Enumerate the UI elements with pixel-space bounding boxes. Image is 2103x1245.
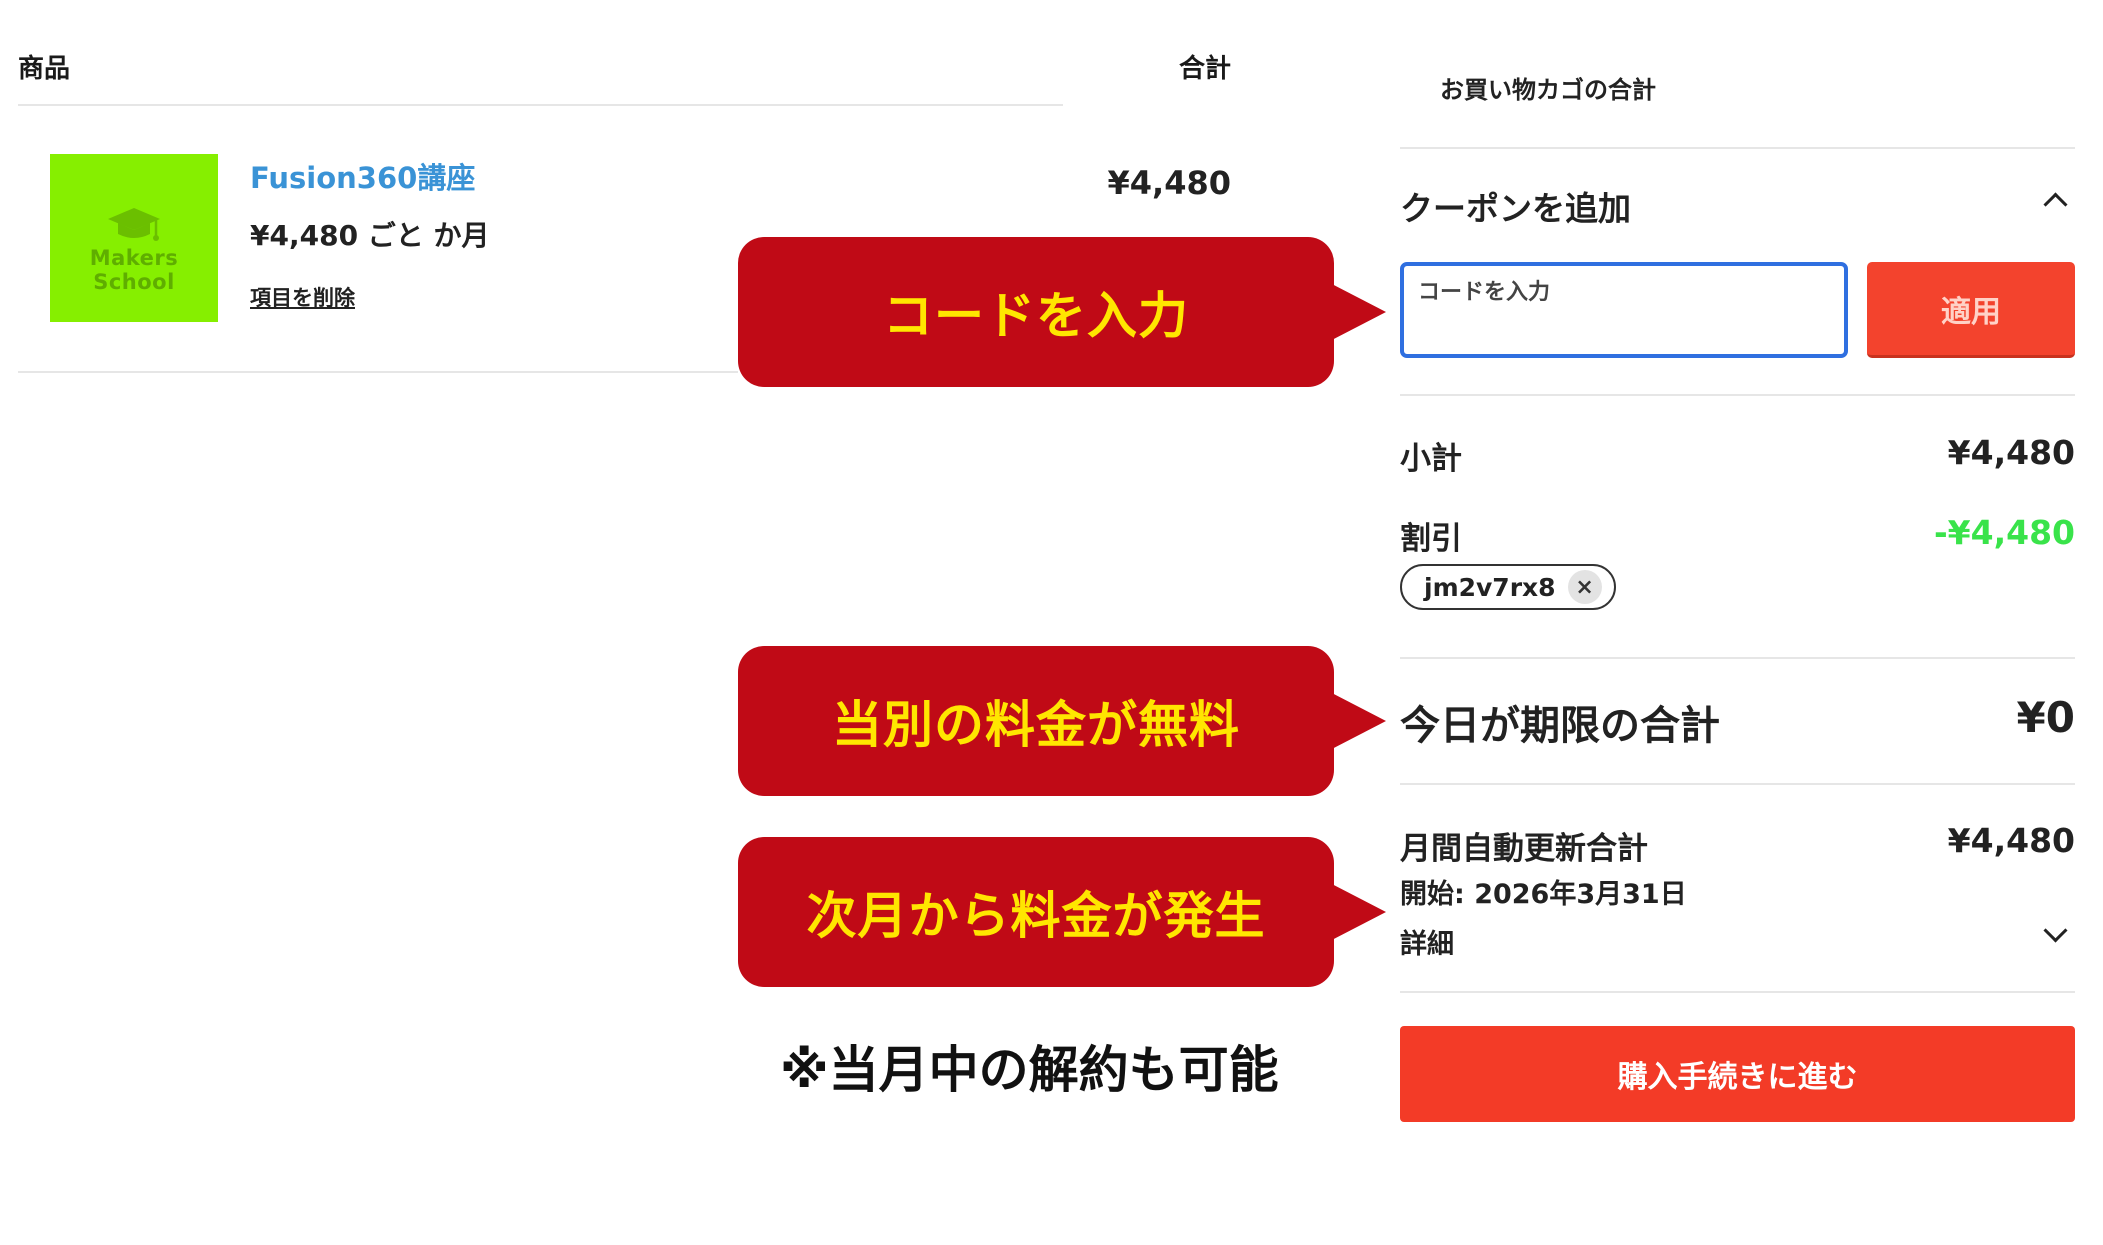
graduation-cap-icon [108,208,160,241]
applied-coupon-chip: jm2v7rx8 × [1400,564,1616,610]
proceed-to-checkout-button[interactable]: 購入手続きに進む [1400,1026,2075,1122]
coupon-code-placeholder: コードを入力 [1418,280,1551,305]
callout-free-this-month: 当別の料金が無料 [738,646,1334,796]
renewal-start-date: 開始: 2026年3月31日 [1400,879,1687,910]
chevron-down-icon[interactable] [2043,918,2068,943]
product-thumbnail: Makers School [50,154,218,322]
remove-item-link[interactable]: 項目を削除 [250,282,355,312]
monthly-renewal-value: ¥4,480 [1947,821,2075,860]
callout-charge-next-month: 次月から料金が発生 [738,837,1334,987]
header-divider [18,104,1063,106]
summary-divider [1400,147,2075,149]
chevron-up-icon[interactable] [2043,192,2068,217]
brand-logo-text: Makers School [89,246,179,294]
coupon-toggle[interactable]: クーポンを追加 [1400,182,1631,230]
applied-coupon-code: jm2v7rx8 [1424,572,1556,602]
discount-label: 割引 [1400,521,1462,557]
product-price: ¥4,480 ごと か月 [250,219,490,252]
coupon-divider [1400,394,2075,396]
due-today-divider [1400,783,2075,785]
discount-divider [1400,657,2075,659]
monthly-divider [1400,991,2075,993]
cancellation-note: ※当月中の解約も可能 [780,1041,1279,1099]
column-header-product: 商品 [18,54,71,84]
apply-coupon-button[interactable]: 適用 [1867,262,2075,358]
row-divider [18,371,738,373]
subtotal-value: ¥4,480 [1947,433,2075,472]
summary-title: お買い物カゴの合計 [1440,76,1656,104]
due-today-label: 今日が期限の合計 [1400,703,1720,749]
coupon-code-input[interactable]: コードを入力 [1400,262,1848,358]
details-toggle[interactable]: 詳細 [1400,922,1454,961]
close-icon[interactable]: × [1567,570,1602,604]
monthly-renewal-label: 月間自動更新合計 [1400,831,1648,867]
due-today-value: ¥0 [2016,693,2075,742]
product-title-link[interactable]: Fusion360講座 [250,155,475,197]
line-total: ¥4,480 [1107,164,1231,202]
discount-value: -¥4,480 [1933,513,2075,552]
callout-enter-code: コードを入力 [738,237,1334,387]
subtotal-label: 小計 [1400,441,1462,477]
column-header-total: 合計 [1178,54,1231,84]
